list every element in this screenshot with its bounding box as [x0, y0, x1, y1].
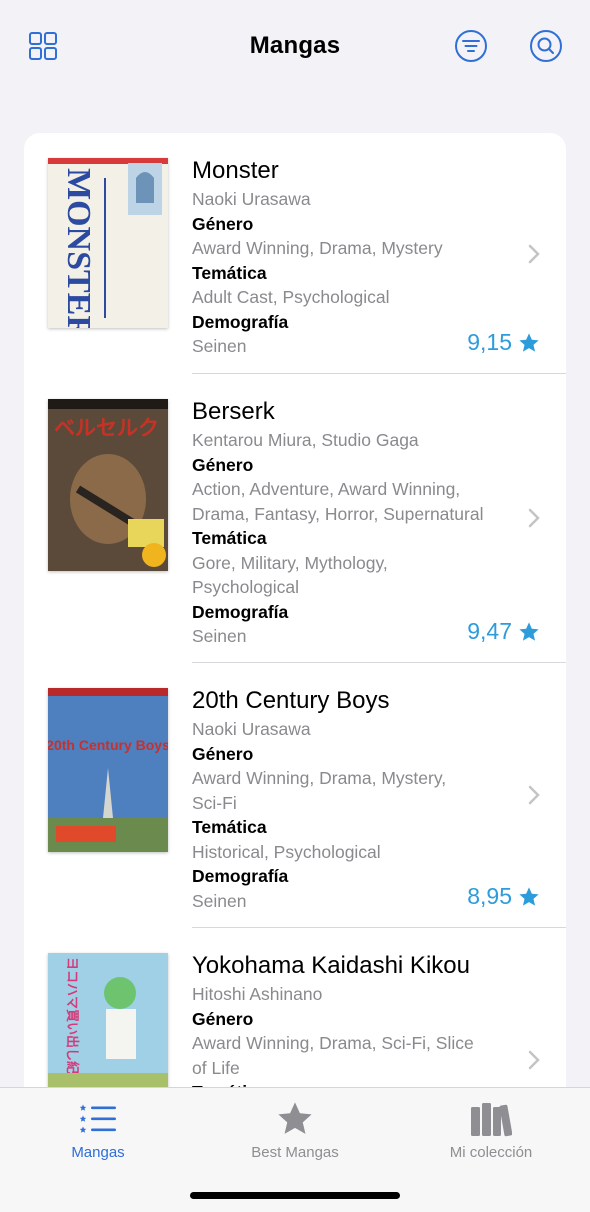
star-icon [519, 621, 539, 641]
manga-author: Naoki Urasawa [192, 719, 311, 739]
chevron-right-icon [528, 785, 540, 805]
manga-info: 20th Century Boys Naoki Urasawa Género A… [192, 687, 542, 913]
genre-label: Género [192, 1008, 254, 1029]
list-item-berserk[interactable]: ベルセルク Berserk Kentarou Miura, Studio Gag… [24, 374, 566, 663]
score-badge: 8,95 [467, 883, 540, 910]
cover-text-monster: MONSTER [60, 168, 97, 328]
star-icon [519, 332, 539, 352]
list-item-monster[interactable]: MONSTER Monster Naoki Urasawa Género Awa… [24, 133, 566, 374]
score-value: 9,15 [467, 329, 512, 355]
genre-label: Género [192, 213, 254, 234]
manga-genres-line-1: Award Winning, Drama, Mystery, [192, 768, 447, 788]
manga-themes: Historical, Psychological [192, 841, 381, 862]
cover-text-20th-century-boys: 20th Century Boys [48, 737, 168, 753]
theme-label: Temática [192, 528, 267, 548]
tab-label: Best Mangas [251, 1144, 339, 1161]
cover-text-yokohama: ヨコハマ買い出し紀行 [64, 957, 80, 1087]
list-icon [0, 1098, 196, 1140]
cover-image-monster: MONSTER [48, 158, 168, 328]
manga-info: Berserk Kentarou Miura, Studio Gaga Géne… [192, 398, 542, 649]
manga-title: 20th Century Boys [192, 687, 390, 714]
manga-title: Berserk [192, 398, 275, 425]
manga-genres-line-2: Drama, Fantasy, Horror, Supernatural [192, 503, 484, 524]
score-value: 9,47 [467, 618, 512, 644]
theme-label: Temática [192, 262, 267, 283]
tab-best-mangas[interactable]: Best Mangas [197, 1098, 393, 1161]
score-badge: 9,15 [467, 329, 540, 356]
tab-label: Mangas [71, 1144, 125, 1161]
manga-title: Monster [192, 157, 279, 184]
manga-themes-line-1: Gore, Military, Mythology, [192, 552, 388, 573]
cover-image-berserk: ベルセルク [48, 399, 168, 571]
manga-title: Yokohama Kaidashi Kikou [192, 952, 470, 979]
theme-label: Temática [192, 817, 267, 837]
navigation-bar: Mangas [0, 0, 590, 96]
books-icon [393, 1098, 589, 1140]
chevron-right-icon [528, 508, 540, 528]
home-indicator [190, 1192, 400, 1199]
star-icon [197, 1098, 393, 1140]
manga-author: Hitoshi Ashinano [192, 984, 323, 1004]
genre-label: Género [192, 743, 254, 764]
manga-info: Yokohama Kaidashi Kikou Hitoshi Ashinano… [192, 952, 542, 1105]
filter-icon[interactable] [453, 28, 489, 64]
manga-themes-line-2: Psychological [192, 577, 299, 597]
tab-mi-coleccion[interactable]: Mi colección [393, 1098, 589, 1161]
manga-genres-line-2: Sci-Fi [192, 792, 237, 813]
cover-image-20th-century-boys: 20th Century Boys [48, 688, 168, 852]
manga-genres-line-1: Action, Adventure, Award Winning, [192, 479, 461, 499]
genre-label: Género [192, 454, 254, 475]
star-icon [519, 886, 539, 906]
search-icon[interactable] [528, 28, 564, 64]
page-title: Mangas [249, 32, 341, 59]
manga-themes: Adult Cast, Psychological [192, 287, 390, 307]
chevron-right-icon [528, 1050, 540, 1070]
manga-author: Naoki Urasawa [192, 189, 311, 209]
manga-genres-line-2: of Life [192, 1057, 240, 1078]
chevron-right-icon [528, 244, 540, 264]
manga-list: MONSTER Monster Naoki Urasawa Género Awa… [24, 133, 566, 1133]
tab-label: Mi colección [449, 1144, 533, 1161]
list-item-20th-century-boys[interactable]: 20th Century Boys 20th Century Boys Naok… [24, 663, 566, 928]
manga-genres: Award Winning, Drama, Mystery [192, 238, 443, 258]
manga-genres-line-1: Award Winning, Drama, Sci-Fi, Slice [192, 1033, 474, 1053]
cover-text-berserk: ベルセルク [54, 416, 159, 440]
score-badge: 9,47 [467, 618, 540, 645]
tab-mangas[interactable]: Mangas [0, 1098, 196, 1161]
manga-author: Kentarou Miura, Studio Gaga [192, 430, 419, 450]
score-value: 8,95 [467, 883, 512, 909]
